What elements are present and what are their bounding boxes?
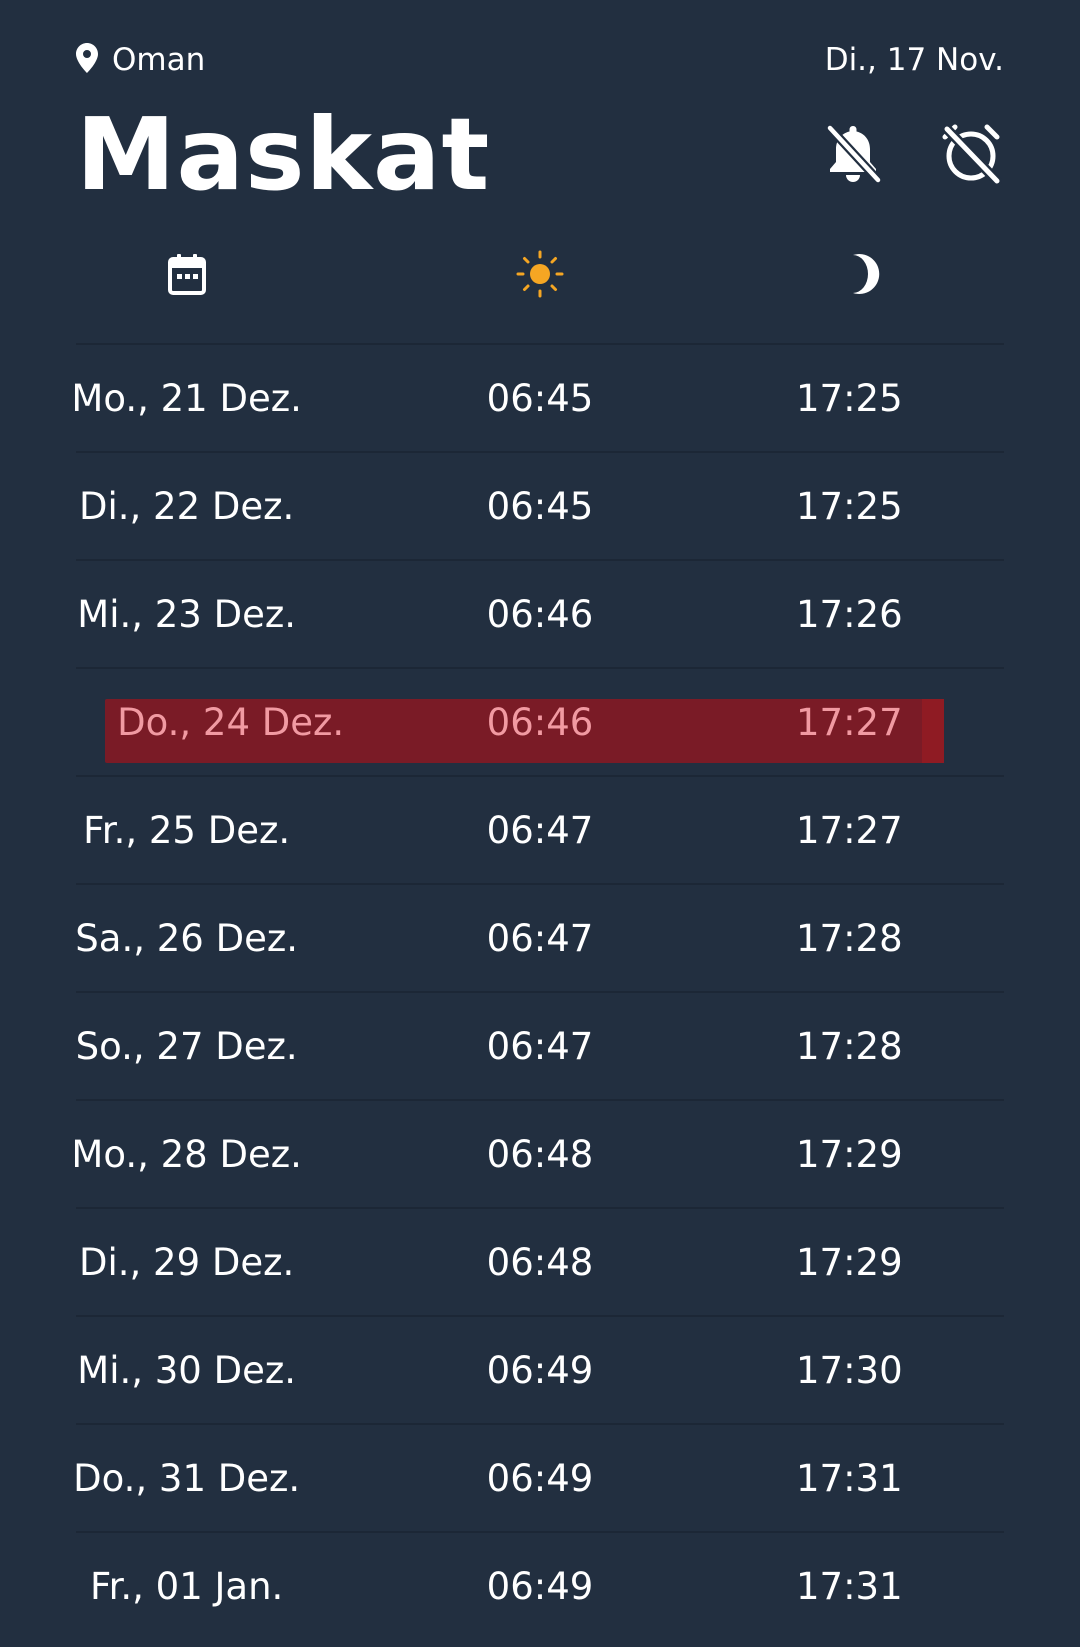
sunset-cell: 17:29 [796, 1132, 903, 1176]
sunset-cell: 17:27 [796, 808, 903, 852]
top-bar: Oman Di., 17 Nov. [76, 38, 1004, 82]
date-cell: Mo., 21 Dez. [71, 376, 302, 420]
table-row[interactable]: Di., 22 Dez. 06:45 17:25 [76, 451, 1004, 559]
notifications-toggle-button[interactable] [820, 122, 886, 188]
sunset-cell: 17:26 [796, 592, 903, 636]
column-headers [76, 248, 1004, 304]
sunset-cell: 17:25 [796, 484, 903, 528]
date-cell: Fr., 25 Dez. [83, 808, 291, 852]
current-date: Di., 17 Nov. [824, 42, 1004, 78]
header-actions [820, 122, 1004, 188]
table-row[interactable]: Fr., 25 Dez. 06:47 17:27 [76, 775, 1004, 883]
sunrise-cell: 06:48 [486, 1240, 594, 1284]
table-row[interactable]: Do., 31 Dez. 06:49 17:31 [73, 1423, 1004, 1531]
sunset-column-header [841, 252, 881, 300]
table-row[interactable]: Fr., 01 Jan. 06:49 17:31 [76, 1531, 1004, 1639]
table-row[interactable]: Mi., 30 Dez. 06:49 17:30 [76, 1315, 1004, 1423]
table-row[interactable]: Mi., 23 Dez. 06:46 17:26 [76, 559, 1004, 667]
sunset-cell: 17:31 [796, 1564, 903, 1608]
sunrise-cell: 06:48 [486, 1132, 594, 1176]
sunset-cell: 17:25 [796, 376, 903, 420]
sunrise-column-header [516, 250, 564, 302]
table-row[interactable]: Mo., 28 Dez. 06:48 17:29 [71, 1099, 1004, 1207]
sun-icon [516, 250, 564, 302]
date-cell: Mi., 30 Dez. [77, 1348, 297, 1392]
sunrise-cell: 06:49 [486, 1348, 594, 1392]
table-row-highlighted[interactable]: Do., 24 Dez. 06:46 17:27 [76, 667, 1004, 775]
country-label: Oman [112, 42, 206, 78]
sun-times-table: Mo., 21 Dez. 06:45 17:25 Di., 22 Dez. 06:45 1… [71, 343, 1004, 1639]
table-row[interactable]: So., 27 Dez. 06:47 17:28 [76, 991, 1004, 1099]
date-cell: So., 27 Dez. [75, 1024, 298, 1068]
date-cell: Do., 24 Dez. [117, 700, 345, 744]
header: Maskat [76, 100, 1004, 210]
alarm-toggle-button[interactable] [938, 122, 1004, 188]
date-cell: Mi., 23 Dez. [77, 592, 297, 636]
sunrise-cell: 06:49 [486, 1456, 594, 1500]
date-cell: Di., 22 Dez. [78, 484, 295, 528]
date-cell: Sa., 26 Dez. [75, 916, 299, 960]
sunset-cell: 17:31 [796, 1456, 903, 1500]
sunset-cell: 17:30 [796, 1348, 903, 1392]
sunrise-cell: 06:46 [486, 700, 594, 744]
sunrise-cell: 06:47 [486, 1024, 594, 1068]
sunset-cell: 17:27 [796, 700, 903, 744]
location[interactable]: Oman [76, 42, 205, 78]
date-cell: Do., 31 Dez. [73, 1456, 301, 1500]
date-cell: Mo., 28 Dez. [71, 1132, 302, 1176]
date-cell: Fr., 01 Jan. [89, 1564, 284, 1608]
sunrise-cell: 06:47 [486, 916, 594, 960]
sunset-cell: 17:29 [796, 1240, 903, 1284]
sunrise-cell: 06:46 [486, 592, 594, 636]
sunset-cell: 17:28 [796, 1024, 903, 1068]
table-row[interactable]: Di., 29 Dez. 06:48 17:29 [76, 1207, 1004, 1315]
moon-icon [841, 254, 881, 300]
date-column-header [167, 253, 206, 299]
sunrise-cell: 06:47 [486, 808, 594, 852]
table-row[interactable]: Sa., 26 Dez. 06:47 17:28 [75, 883, 1004, 991]
map-pin-icon [76, 43, 98, 77]
city-title: Maskat [76, 96, 491, 213]
date-cell: Di., 29 Dez. [78, 1240, 295, 1284]
bell-off-icon [824, 122, 883, 188]
sunrise-cell: 06:45 [486, 484, 594, 528]
sunrise-cell: 06:49 [486, 1564, 594, 1608]
table-row[interactable]: Mo., 21 Dez. 06:45 17:25 [71, 343, 1004, 451]
sunrise-cell: 06:45 [486, 376, 594, 420]
calendar-icon [167, 254, 206, 299]
alarm-off-icon [939, 121, 1003, 189]
sunset-cell: 17:28 [796, 916, 903, 960]
